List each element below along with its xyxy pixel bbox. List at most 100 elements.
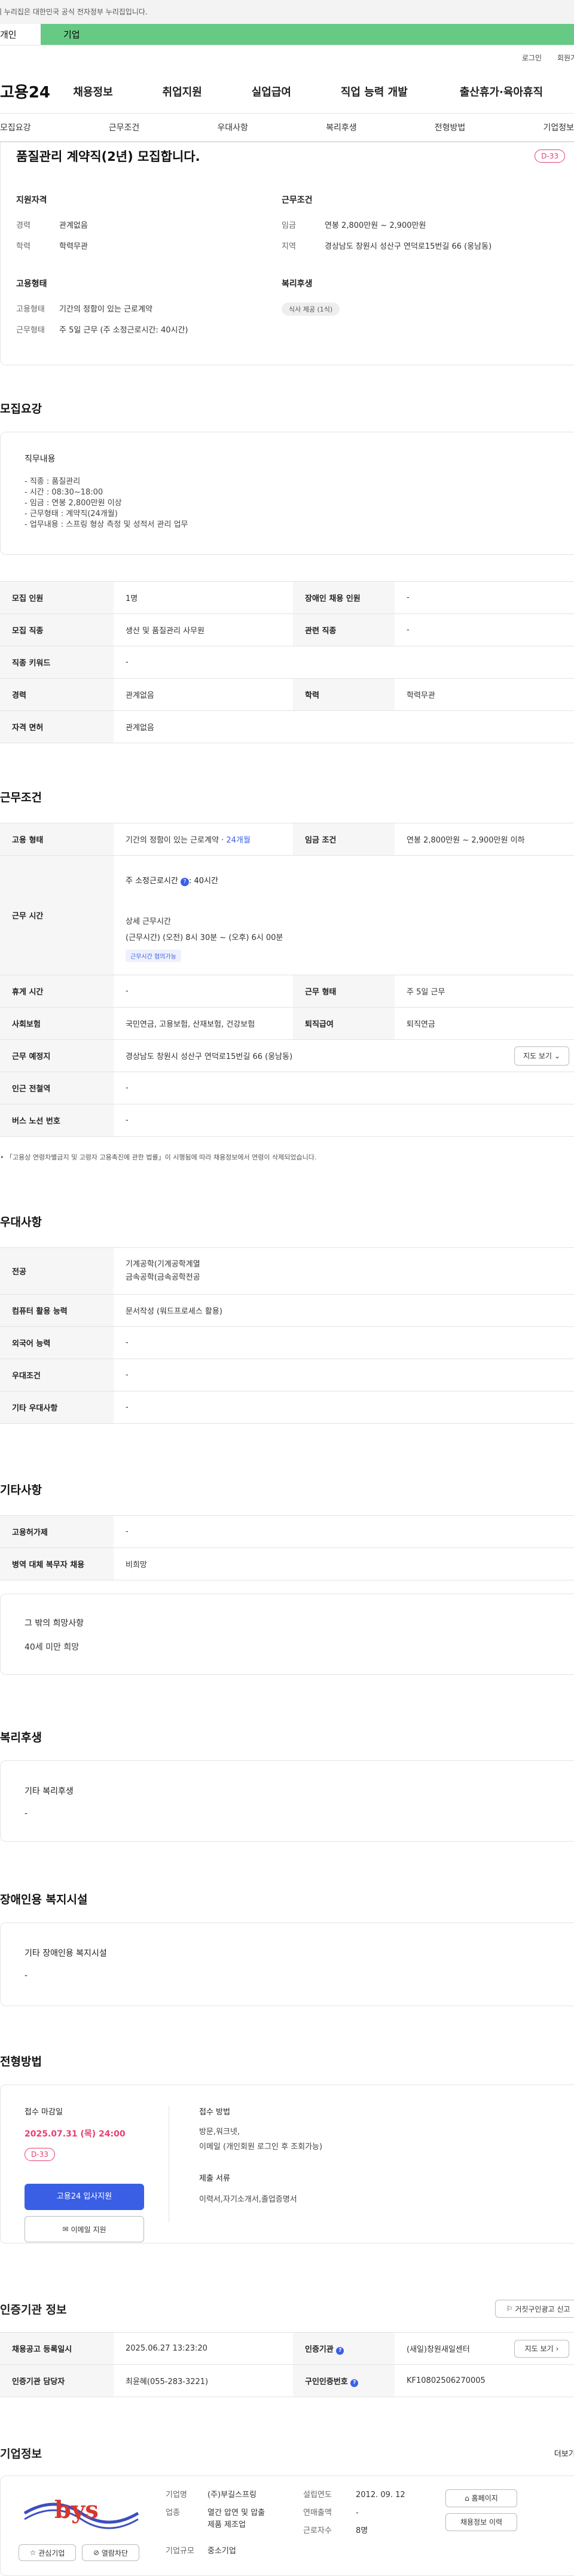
brand-logo[interactable]: 고용24 (0, 80, 73, 102)
cond-title: 근무조건 (0, 791, 42, 804)
type-label: 고용형태 (16, 305, 45, 314)
sales-label: 연매출액 (303, 2508, 332, 2517)
work-time-cell: 주 소정근로시간 ?: 40시간 상세 근무시간 (근무시간) (오전) 8시 … (114, 855, 574, 975)
welfare-chip: 식사 제공 (1식) (282, 303, 340, 316)
cell-value: - (114, 975, 293, 1008)
nav-preference[interactable]: 우대사항 (211, 121, 254, 133)
job-history-button[interactable]: 채용정보 이력 (445, 2513, 517, 2531)
welfare-heading: 복리후생 (282, 279, 313, 289)
gnb-employment[interactable]: 취업지원 (163, 84, 252, 99)
gnb-leave[interactable]: 출산휴가·육아휴직 (460, 84, 574, 99)
block-button[interactable]: ⊘ 열람차단 (82, 2544, 139, 2561)
method-line: 이메일 (개인회원 로그인 후 조회가능) (199, 2142, 323, 2151)
gnb-training[interactable]: 직업 능력 개발 (341, 84, 460, 99)
cell-value: - (114, 1359, 574, 1391)
cell-value: 국민연금, 고용보험, 산재보험, 건강보험 (114, 1007, 293, 1040)
detail-value: (근무시간) (오전) 8시 30분 ~ (오후) 6시 00분 (126, 933, 283, 942)
mail-icon: ✉ (62, 2225, 69, 2233)
info-icon[interactable]: ? (181, 878, 189, 886)
company-title: 기업정보 (0, 2447, 42, 2461)
cell-value: 관계없음 (114, 678, 293, 711)
chevron-down-icon: ⌄ (554, 1051, 561, 1060)
etc-table: 고용허가제 - 병역 대체 복무자 채용 비희망 (0, 1515, 574, 1580)
cond-heading: 근무조건 (282, 196, 313, 205)
signup-link[interactable]: 회원가입 (557, 53, 574, 63)
cert-table: 채용공고 등록일시 2025.06.27 13:23:20 인증기관 ? (새일)창원… (0, 2332, 574, 2397)
consult-chip: 근무시간 협의가능 (126, 950, 181, 962)
nav-recruit[interactable]: 모집요강 (0, 121, 37, 133)
login-link[interactable]: 로그인 (522, 53, 542, 63)
disabled-card: 기타 장애인용 복지시설 - (0, 1922, 574, 2006)
user-type-tabs: 개인 기업 (0, 24, 574, 45)
nav-conditions[interactable]: 근무조건 (103, 121, 146, 133)
homepage-button[interactable]: ⌂ 홈페이지 (445, 2489, 517, 2507)
cell-header: 외국어 능력 (0, 1326, 114, 1359)
cell-value: 1명 (114, 581, 293, 614)
hope-title: 그 밖의 희망사항 (25, 1619, 84, 1628)
cond-table: 고용 형태 기간의 정함이 있는 근로계약 · 24개월 임금 조건 연봉 2,800… (0, 823, 574, 1137)
cell-header: 우대조건 (0, 1359, 114, 1391)
welfare-box-title: 기타 복리후생 (25, 1787, 74, 1796)
gnb-jobs[interactable]: 채용정보 (73, 84, 162, 99)
cert-map-button[interactable]: 지도 보기 › (514, 2339, 569, 2358)
cell-header: 장애인 채용 인원 (293, 581, 395, 614)
report-button[interactable]: ⚐ 거짓구인광고 신고 (495, 2300, 574, 2318)
size-value: 중소기업 (207, 2547, 236, 2556)
report-icon: ⚐ (506, 2305, 513, 2313)
ind-value-2: 제품 제조업 (207, 2520, 246, 2529)
company-logo: bys (23, 2496, 139, 2529)
cell-value: 최윤혜(055-283-3221) (114, 2364, 293, 2397)
cell-value: 문서작성 (워드프로세스 활용) (114, 1294, 574, 1327)
nav-process[interactable]: 전형방법 (429, 121, 472, 133)
qual-heading: 지원자격 (16, 196, 47, 205)
cell-header: 고용허가제 (0, 1515, 114, 1548)
ind-label: 업종 (166, 2508, 180, 2517)
cell-value: 비희망 (114, 1548, 574, 1580)
process-card: 접수 마감일 2025.07.31 (목) 24:00 D-33 고용24 입사… (0, 2084, 574, 2244)
apply-button[interactable]: 고용24 입사지원 (25, 2184, 144, 2210)
welfare-title: 복리후생 (0, 1731, 42, 1744)
hope-card: 그 밖의 희망사항 40세 미만 희망 (0, 1594, 574, 1675)
emp-label: 근로자수 (303, 2526, 332, 2535)
cell-value: KF10802506270005 (395, 2364, 574, 2397)
cell-header: 근무 예정지 (0, 1039, 114, 1072)
home-icon: ⌂ (465, 2494, 469, 2502)
duty-line: - 업무내용 : 스프링 형상 측정 및 성적서 관리 업무 (25, 520, 188, 529)
cell-value: 퇴직연금 (395, 1007, 574, 1040)
cell-header: 버스 노선 번호 (0, 1104, 114, 1137)
cell-value: (새일)창원새일센터 지도 보기 › (395, 2332, 574, 2365)
cell-header: 근무 시간 (0, 855, 114, 975)
fav-button[interactable]: ☆ 관심기업 (19, 2544, 76, 2561)
email-apply-button[interactable]: ✉ 이메일 지원 (25, 2216, 144, 2242)
shape-value: 주 5일 근무 (주 소정근로시간: 40시간) (59, 326, 188, 335)
nav-welfare[interactable]: 복리후생 (320, 121, 363, 133)
cell-value: - (114, 1104, 574, 1137)
map-button-label: 지도 보기 (523, 1052, 552, 1060)
info-icon[interactable]: ? (336, 2346, 344, 2355)
org-value: (새일)창원새일센터 (407, 2345, 470, 2354)
docs-value: 이력서,자기소개서,졸업증명서 (199, 2195, 297, 2204)
tab-personal[interactable]: 개인 (0, 24, 41, 45)
cell-header: 직종 키워드 (0, 646, 114, 679)
disabled-box-title: 기타 장애인용 복지시설 (25, 1949, 107, 1958)
more-link[interactable]: 더보기 › (554, 2447, 574, 2459)
nav-company[interactable]: 기업정보 (537, 121, 574, 133)
report-label: 거짓구인광고 신고 (515, 2305, 570, 2313)
cell-header: 인증기관 ? (293, 2332, 395, 2365)
cell-value: - (395, 614, 574, 646)
duty-card: 직무내용 - 직종 : 품질관리 - 시간 : 08:30~18:00 - 임금… (0, 432, 574, 555)
map-button[interactable]: 지도 보기 ⌄ (514, 1046, 569, 1066)
gnb-unemployment[interactable]: 실업급여 (252, 84, 341, 99)
info-icon[interactable]: ? (350, 2379, 359, 2387)
chevron-right-icon: › (555, 2344, 559, 2353)
section-nav: 모집요강 근무조건 우대사항 복리후생 전형방법 기업정보 (0, 114, 574, 142)
logo-text: bys (54, 2496, 99, 2524)
duty-line: - 근무형태 : 계약직(24개월) (25, 509, 118, 518)
cell-header: 자격 면허 (0, 710, 114, 743)
shape-label: 근무형태 (16, 326, 45, 335)
weekly-hours-label: 주 소정근로시간 (126, 877, 178, 886)
weekly-hours-value: : 40시간 (189, 877, 218, 886)
tab-company[interactable]: 기업 (41, 24, 574, 45)
recruit-title: 모집요강 (0, 402, 42, 416)
cert-map-label: 지도 보기 (524, 2345, 554, 2353)
